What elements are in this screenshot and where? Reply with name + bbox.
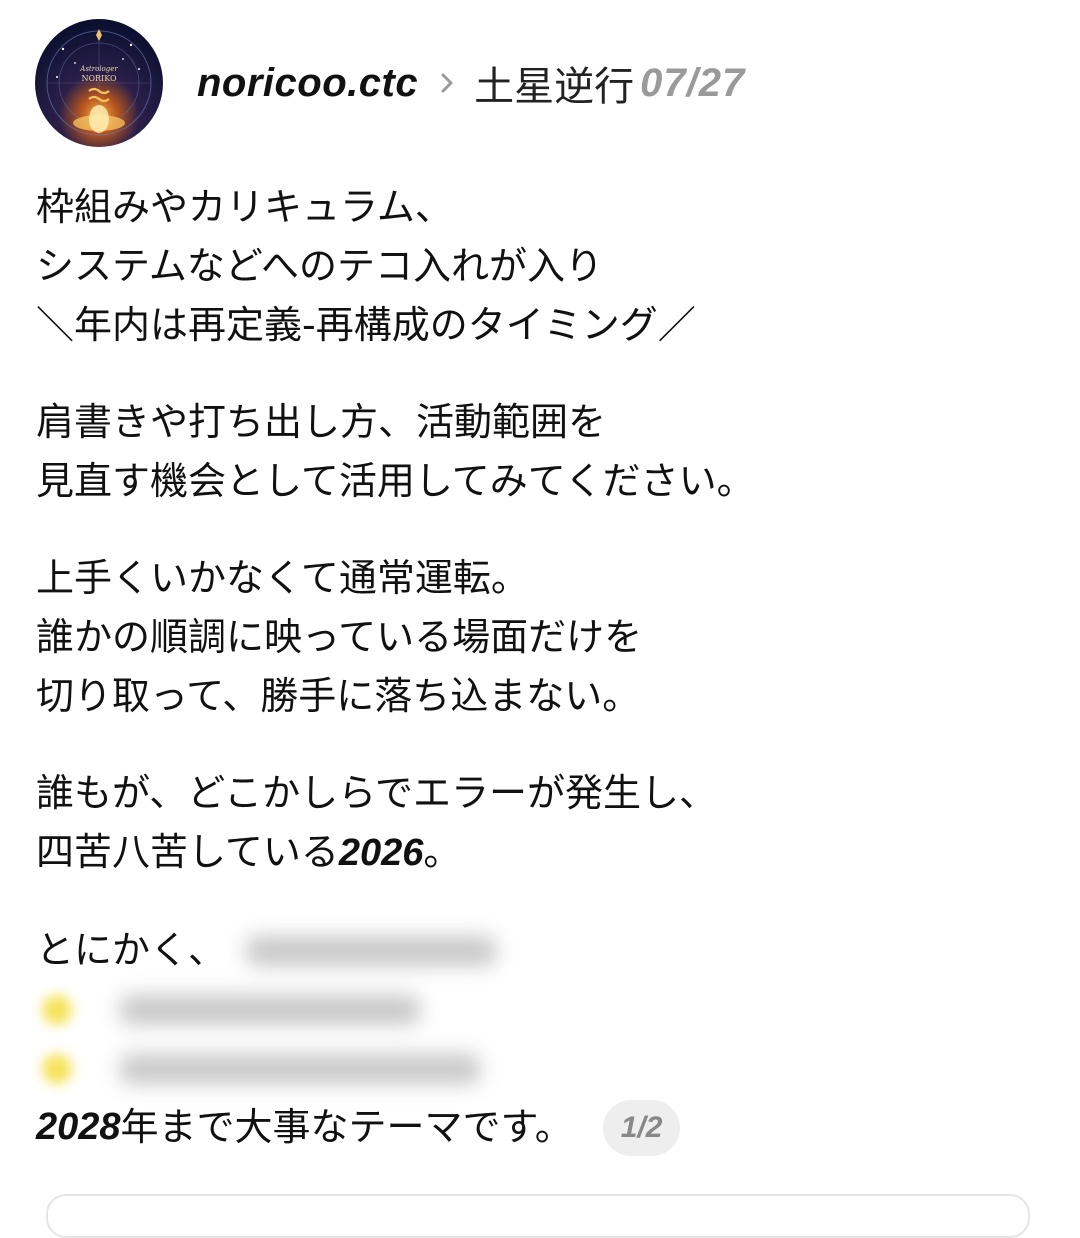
topic-link[interactable]: 土星逆行	[474, 54, 634, 112]
text-line: システムなどへのテコ入れが入り	[36, 244, 603, 288]
blurred-list-item	[36, 1039, 1046, 1098]
text-segment: 四苦八苦している	[36, 830, 339, 874]
paragraph-5: とにかく、 2028 年まで大事なテーマです。 1/2	[36, 921, 1046, 1157]
text-line: 見直す機会として活用してみてください。	[36, 459, 755, 503]
post-header: Astrologer NORIKO noricoo.ctc 土星逆行 07/27	[35, 18, 745, 148]
text-line: 四苦八苦している2026。	[36, 823, 1046, 883]
paragraph-3: 上手くいかなくて通常運転。 誰かの順調に映っている場面だけを 切り取って、勝手に…	[36, 549, 1046, 726]
text-line: 枠組みやカリキュラム、	[36, 185, 453, 229]
header-meta: noricoo.ctc 土星逆行 07/27	[197, 54, 745, 112]
text-line: 2028 年まで大事なテーマです。 1/2	[36, 1098, 1046, 1157]
text-line: 誰かの順調に映っている場面だけを	[36, 615, 643, 659]
paragraph-1: 枠組みやカリキュラム、 システムなどへのテコ入れが入り ＼年内は再定義-再構成の…	[36, 178, 1046, 355]
avatar-image: Astrologer NORIKO	[35, 19, 163, 147]
highlight-dot-icon	[42, 994, 72, 1025]
post-date: 07/27	[640, 60, 746, 105]
text-line: 上手くいかなくて通常運転。	[36, 556, 529, 600]
text-segment: 。	[423, 830, 462, 874]
text-segment: 年まで大事なテーマです。	[120, 1105, 573, 1149]
blurred-text	[246, 935, 497, 966]
avatar-text-1: Astrologer	[79, 65, 118, 73]
paragraph-2: 肩書きや打ち出し方、活動範囲を 見直す機会として活用してみてください。	[36, 393, 1046, 511]
page-indicator-badge[interactable]: 1/2	[602, 1099, 681, 1156]
text-segment: とにかく、	[36, 928, 227, 972]
text-line: 切り取って、勝手に落ち込まない。	[36, 674, 641, 718]
text-line: 誰もが、どこかしらでエラーが発生し、	[36, 771, 717, 815]
year-2026: 2026	[338, 832, 424, 874]
text-line: ＼年内は再定義-再構成のタイミング／	[36, 303, 696, 347]
text-line: とにかく、	[36, 921, 1046, 980]
year-2028: 2028	[36, 1106, 121, 1148]
highlight-dot-icon	[42, 1053, 72, 1084]
chevron-right-icon	[441, 73, 453, 93]
blurred-text	[120, 994, 420, 1025]
post-body: 枠組みやカリキュラム、 システムなどへのテコ入れが入り ＼年内は再定義-再構成の…	[36, 178, 1046, 1157]
blurred-text	[120, 1053, 480, 1084]
paragraph-4: 誰もが、どこかしらでエラーが発生し、 四苦八苦している2026。	[36, 764, 1046, 883]
next-card-edge	[46, 1194, 1030, 1238]
avatar[interactable]: Astrologer NORIKO	[35, 19, 163, 147]
avatar-text-2: NORIKO	[81, 74, 117, 83]
text-line: 肩書きや打ち出し方、活動範囲を	[36, 400, 607, 444]
blurred-list-item	[36, 980, 1046, 1039]
username-link[interactable]: noricoo.ctc	[197, 61, 418, 106]
